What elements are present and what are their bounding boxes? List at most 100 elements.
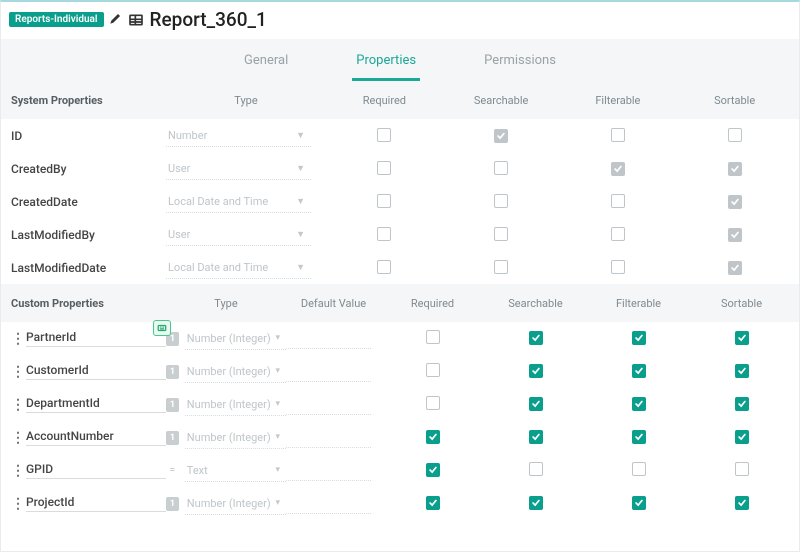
searchable-checkbox[interactable] [494,227,508,241]
sortable-checkbox[interactable] [728,228,742,242]
type-select[interactable]: Number (Integer) ▾ [185,394,286,416]
default-value-input[interactable] [286,494,371,514]
filterable-checkbox[interactable] [611,227,625,241]
type-select[interactable]: User ▼ [166,158,311,180]
custom-property-row: ⋮ AccountNumber 1 Number (Integer) ▾ [1,421,799,454]
chevron-down-icon: ▾ [275,366,280,376]
drag-handle-icon[interactable]: ⋮ [11,364,23,380]
searchable-checkbox[interactable] [529,331,543,345]
filterable-checkbox[interactable] [632,331,646,345]
default-value-input[interactable] [286,461,371,481]
tab-bar: General Properties Permissions [1,39,799,81]
edit-icon[interactable] [110,12,122,27]
sortable-checkbox[interactable] [735,397,749,411]
col-header-default: Default Value [286,297,381,310]
default-value-input[interactable] [286,362,371,382]
custom-property-row: ⋮ ProjectId 1 Number (Integer) ▾ [1,487,799,520]
default-value-input[interactable] [286,395,371,415]
searchable-checkbox[interactable] [494,161,508,175]
drag-handle-icon[interactable]: ⋮ [11,463,23,479]
required-checkbox[interactable] [426,463,440,477]
sortable-checkbox[interactable] [728,261,742,275]
system-properties-grid: System Properties Type Required Searchab… [1,81,799,284]
searchable-checkbox[interactable] [529,364,543,378]
drag-handle-icon[interactable]: ⋮ [11,331,23,347]
searchable-checkbox[interactable] [529,462,543,476]
type-select[interactable]: Number (Integer) ▾ [185,427,286,449]
type-value: Number (Integer) [187,497,271,510]
type-select[interactable]: Number (Integer) ▾ [185,328,286,350]
tab-general[interactable]: General [240,49,292,81]
system-property-row: LastModifiedBy User ▼ [1,218,799,251]
custom-property-row: ⋮ PartnerId 1 Number (Integer) ▾ [1,322,799,355]
required-checkbox[interactable] [426,496,440,510]
sortable-checkbox[interactable] [735,331,749,345]
col-header-filterable: Filterable [560,94,677,107]
property-name: LastModifiedBy [1,228,166,242]
type-select[interactable]: Number (Integer) ▾ [185,361,286,383]
filterable-checkbox[interactable] [632,496,646,510]
searchable-checkbox[interactable] [529,397,543,411]
filterable-checkbox[interactable] [632,364,646,378]
required-checkbox[interactable] [377,161,391,175]
type-select[interactable]: Number ▼ [166,125,311,147]
searchable-checkbox[interactable] [494,194,508,208]
required-checkbox[interactable] [377,227,391,241]
type-value: User [168,162,190,175]
default-value-input[interactable] [286,428,371,448]
required-checkbox[interactable] [426,430,440,444]
property-name[interactable]: GPID [26,462,166,479]
tab-properties[interactable]: Properties [352,49,420,81]
chevron-down-icon: ▾ [275,333,280,343]
type-value: Text [187,464,208,477]
type-select[interactable]: Number (Integer) ▾ [185,493,286,515]
col-header-searchable: Searchable [484,297,587,310]
system-property-row: LastModifiedDate Local Date and Time ▼ [1,251,799,284]
searchable-checkbox[interactable] [494,129,508,143]
sortable-checkbox[interactable] [728,162,742,176]
chevron-down-icon: ▼ [296,229,305,240]
type-select[interactable]: User ▼ [166,224,311,246]
sortable-checkbox[interactable] [728,195,742,209]
property-name[interactable]: ProjectId [26,495,166,512]
property-name[interactable]: AccountNumber [26,429,166,446]
filterable-checkbox[interactable] [611,128,625,142]
property-name[interactable]: CustomerId [26,363,166,380]
searchable-checkbox[interactable] [529,430,543,444]
default-value-input[interactable] [286,329,371,349]
searchable-checkbox[interactable] [494,260,508,274]
sortable-checkbox[interactable] [728,128,742,142]
drag-handle-icon[interactable]: ⋮ [11,430,23,446]
drag-handle-icon[interactable]: ⋮ [11,496,23,512]
col-header-sortable: Sortable [690,297,793,310]
filterable-checkbox[interactable] [611,194,625,208]
suggestion-chip-icon[interactable] [153,320,171,336]
required-checkbox[interactable] [377,260,391,274]
required-checkbox[interactable] [377,194,391,208]
required-checkbox[interactable] [377,128,391,142]
filterable-checkbox[interactable] [632,462,646,476]
type-select[interactable]: Text ▾ [185,460,286,482]
property-name[interactable]: DepartmentId [26,396,166,413]
filterable-checkbox[interactable] [632,430,646,444]
property-name[interactable]: PartnerId [26,330,166,347]
tab-permissions[interactable]: Permissions [480,49,560,81]
type-select[interactable]: Local Date and Time ▼ [166,257,311,279]
filterable-checkbox[interactable] [632,397,646,411]
type-badge[interactable]: Reports-Individual [9,12,104,27]
sortable-checkbox[interactable] [735,430,749,444]
sortable-checkbox[interactable] [735,364,749,378]
filterable-checkbox[interactable] [611,260,625,274]
col-header-sortable: Sortable [676,94,793,107]
col-header-required: Required [381,297,484,310]
sortable-checkbox[interactable] [735,496,749,510]
property-name: CreatedBy [1,162,166,176]
required-checkbox[interactable] [426,363,440,377]
required-checkbox[interactable] [426,330,440,344]
filterable-checkbox[interactable] [611,162,625,176]
drag-handle-icon[interactable]: ⋮ [11,397,23,413]
required-checkbox[interactable] [426,396,440,410]
type-select[interactable]: Local Date and Time ▼ [166,191,311,213]
searchable-checkbox[interactable] [529,496,543,510]
sortable-checkbox[interactable] [735,462,749,476]
